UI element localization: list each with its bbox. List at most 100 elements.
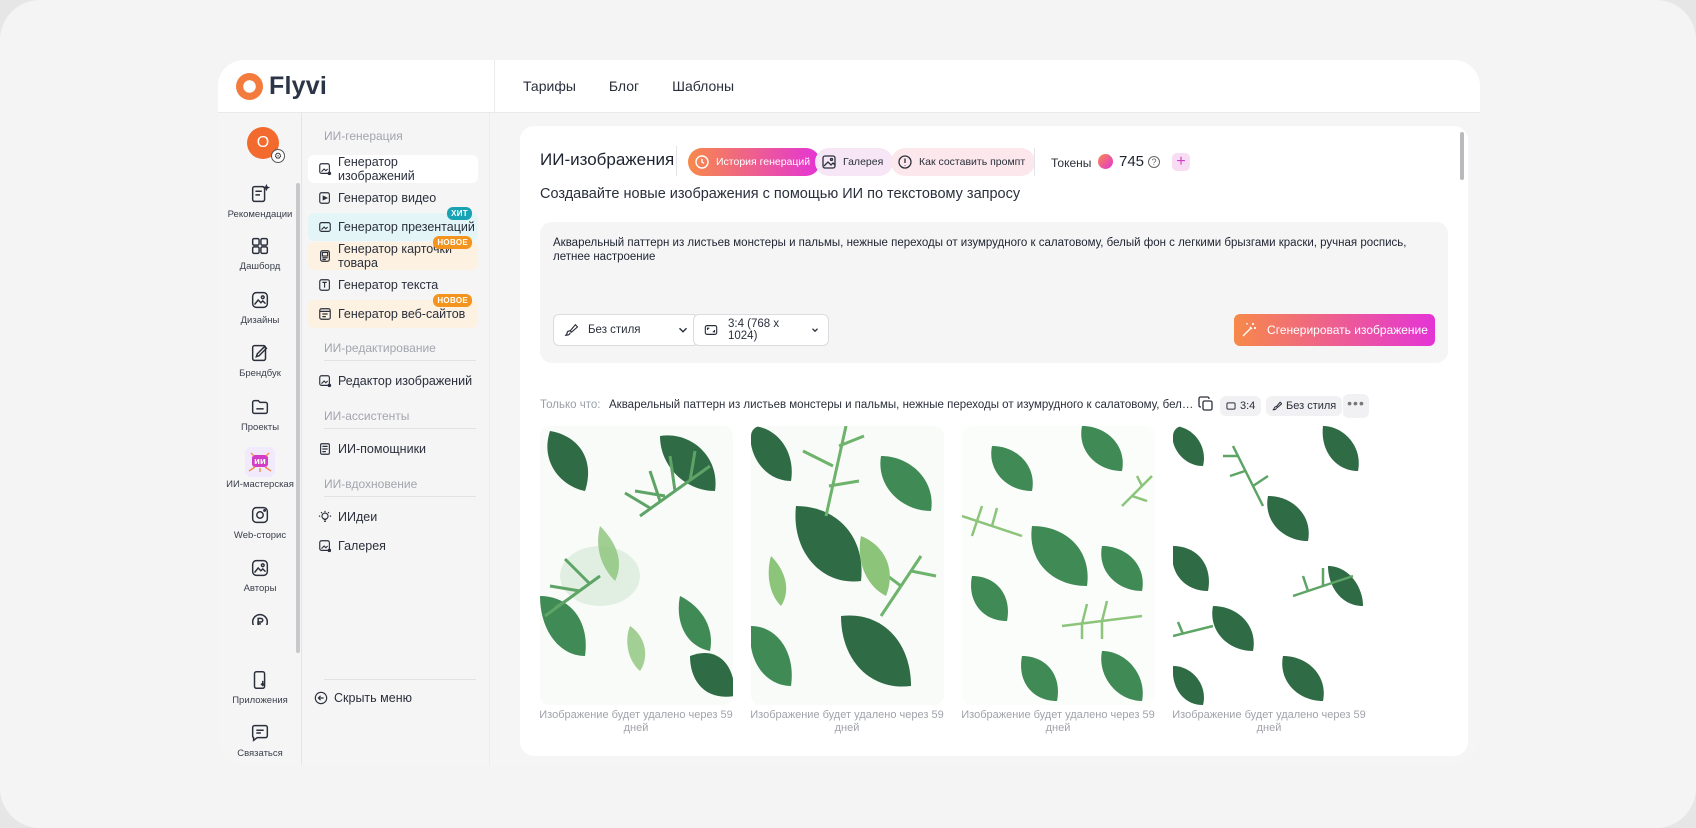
chat-icon	[251, 724, 269, 742]
ruble-icon	[251, 613, 269, 625]
video-generator-icon	[319, 192, 330, 204]
avatar-settings-icon[interactable]: ⚙	[271, 149, 285, 163]
hide-menu-label: Скрыть меню	[334, 691, 412, 705]
page-title: ИИ-изображения	[540, 150, 675, 169]
rail-label: Авторы	[243, 583, 277, 594]
monstera-pattern-image	[962, 426, 1155, 705]
card-scrollbar[interactable]	[1460, 132, 1464, 180]
nav-blog[interactable]: Блог	[609, 78, 639, 94]
website-generator-icon	[319, 308, 331, 320]
rail-item-ai-workshop[interactable]: ИИ ИИ-мастерская	[218, 447, 302, 490]
monstera-pattern-image	[540, 426, 733, 705]
rail-item-designs[interactable]: Дизайны	[218, 289, 302, 326]
ai-workshop-icon: ИИ	[245, 447, 275, 477]
arrow-left-circle-icon	[314, 691, 328, 705]
question-icon[interactable]: ?	[1148, 156, 1160, 168]
top-bar: Flyvi Тарифы Блог Шаблоны	[218, 60, 1480, 113]
menu-section-ai-generation: ИИ-генерация	[324, 129, 403, 143]
nav-pricing[interactable]: Тарифы	[523, 78, 576, 94]
dashboard-icon	[251, 237, 269, 255]
nav-templates[interactable]: Шаблоны	[672, 78, 734, 94]
hide-menu-button[interactable]: Скрыть меню	[314, 691, 412, 705]
generated-image-3[interactable]	[962, 426, 1155, 705]
menu-item-gallery[interactable]: Галерея	[308, 532, 478, 560]
tokens-label: Токены	[1051, 156, 1092, 170]
menu-section-ai-inspiration: ИИ-вдохновение	[324, 477, 418, 491]
generated-image-2[interactable]	[751, 426, 944, 705]
copy-icon[interactable]	[1198, 396, 1214, 412]
magic-wand-icon	[1242, 323, 1257, 337]
generated-image-1[interactable]	[540, 426, 733, 705]
main-card: ИИ-изображения История генераций Галерея…	[520, 126, 1468, 756]
rail-item-recommendations[interactable]: Рекомендации	[218, 183, 302, 220]
image-2-caption: Изображение будет удалено через 59 дней	[750, 709, 944, 734]
icon-rail: О ⚙ Рекомендации Дашборд Дизайны Брендбу…	[218, 113, 302, 765]
menu-item-label: ИИ-помощники	[338, 442, 427, 456]
add-tokens-button[interactable]: +	[1172, 153, 1190, 171]
rail-item-apps[interactable]: Приложения	[218, 669, 302, 706]
rail-label: ИИ-мастерская	[226, 479, 294, 490]
size-select-value: 3:4 (768 x 1024)	[728, 318, 780, 342]
style-select[interactable]: Без стиля	[553, 314, 699, 346]
ai-helpers-icon	[320, 443, 330, 455]
tokens-count: 745	[1119, 153, 1145, 170]
rail-item-hidden-partial[interactable]	[218, 611, 302, 625]
image-4-caption: Изображение будет удалено через 59 дней	[1172, 709, 1366, 734]
page-subtitle: Создавайте новые изображения с помощью И…	[540, 186, 1021, 202]
menu-item-product-card-generator[interactable]: Генератор карточки товара НОВОЕ	[308, 236, 478, 270]
rail-item-contact[interactable]: Связаться	[218, 722, 302, 759]
recent-label: Только что:	[540, 399, 601, 411]
rail-item-web-stories[interactable]: Web-сторис	[218, 504, 302, 541]
gallery-chip[interactable]: Галерея	[815, 148, 894, 176]
new-badge: НОВОЕ	[433, 294, 472, 307]
logo[interactable]: Flyvi	[236, 72, 327, 100]
prompt-guide-chip[interactable]: Как составить промпт	[891, 148, 1036, 176]
menu-divider	[324, 428, 476, 429]
menu-divider	[324, 496, 476, 497]
menu-item-ai-ideas[interactable]: ИИдеи	[308, 503, 478, 531]
menu-item-label: Генератор изображений	[338, 155, 415, 183]
token-coin-icon	[1098, 154, 1113, 169]
tokens-divider	[1034, 148, 1035, 176]
rail-label: Дизайны	[240, 315, 280, 326]
image-generator-icon	[319, 163, 332, 176]
menu-divider	[324, 360, 476, 361]
folder-icon	[251, 399, 269, 415]
info-icon	[898, 155, 912, 169]
menu-section-ai-editing: ИИ-редактирование	[324, 341, 436, 355]
chevron-down-icon	[812, 328, 818, 333]
image-3-caption: Изображение будет удалено через 59 дней	[961, 709, 1155, 734]
rail-label: Приложения	[232, 695, 288, 706]
top-divider	[494, 60, 495, 113]
generate-image-button[interactable]: Сгенерировать изображение	[1234, 314, 1435, 346]
text-generator-icon	[319, 279, 330, 291]
gallery-chip-label: Галерея	[843, 156, 884, 168]
rail-item-brandbook[interactable]: Брендбук	[218, 342, 302, 379]
menu-item-image-generator[interactable]: Генератор изображений	[308, 155, 478, 183]
menu-item-ai-helpers[interactable]: ИИ-помощники	[308, 435, 478, 463]
more-options-button[interactable]: •••	[1343, 394, 1369, 418]
logo-text: Flyvi	[269, 71, 327, 100]
size-select[interactable]: 3:4 (768 x 1024)	[693, 314, 829, 346]
rail-item-dashboard[interactable]: Дашборд	[218, 235, 302, 272]
rail-item-authors[interactable]: Авторы	[218, 557, 302, 594]
rail-label: Брендбук	[239, 368, 281, 379]
history-chip[interactable]: История генераций	[688, 148, 821, 176]
menu-item-label: ИИдеи	[338, 510, 378, 524]
recent-ratio: 3:4	[1240, 400, 1256, 412]
prompt-box: Акварельный паттерн из листьев монстеры …	[540, 222, 1448, 363]
rail-item-projects[interactable]: Проекты	[218, 396, 302, 433]
gallery-icon	[319, 540, 332, 553]
hit-badge: ХИТ	[447, 207, 472, 220]
brandbook-icon	[251, 344, 268, 362]
menu-item-label: Генератор текста	[338, 278, 439, 292]
prompt-input[interactable]: Акварельный паттерн из листьев монстеры …	[553, 236, 1433, 264]
menu-item-website-generator[interactable]: Генератор веб-сайтов НОВОЕ	[308, 294, 478, 328]
rail-label: Связаться	[237, 748, 283, 759]
authors-icon	[251, 559, 269, 577]
generated-image-4[interactable]	[1173, 426, 1366, 705]
rail-label: Дашборд	[239, 261, 281, 272]
aspect-ratio-icon	[704, 325, 718, 335]
menu-item-image-editor[interactable]: Редактор изображений	[308, 367, 478, 395]
menu-item-label: Редактор изображений	[338, 374, 473, 388]
